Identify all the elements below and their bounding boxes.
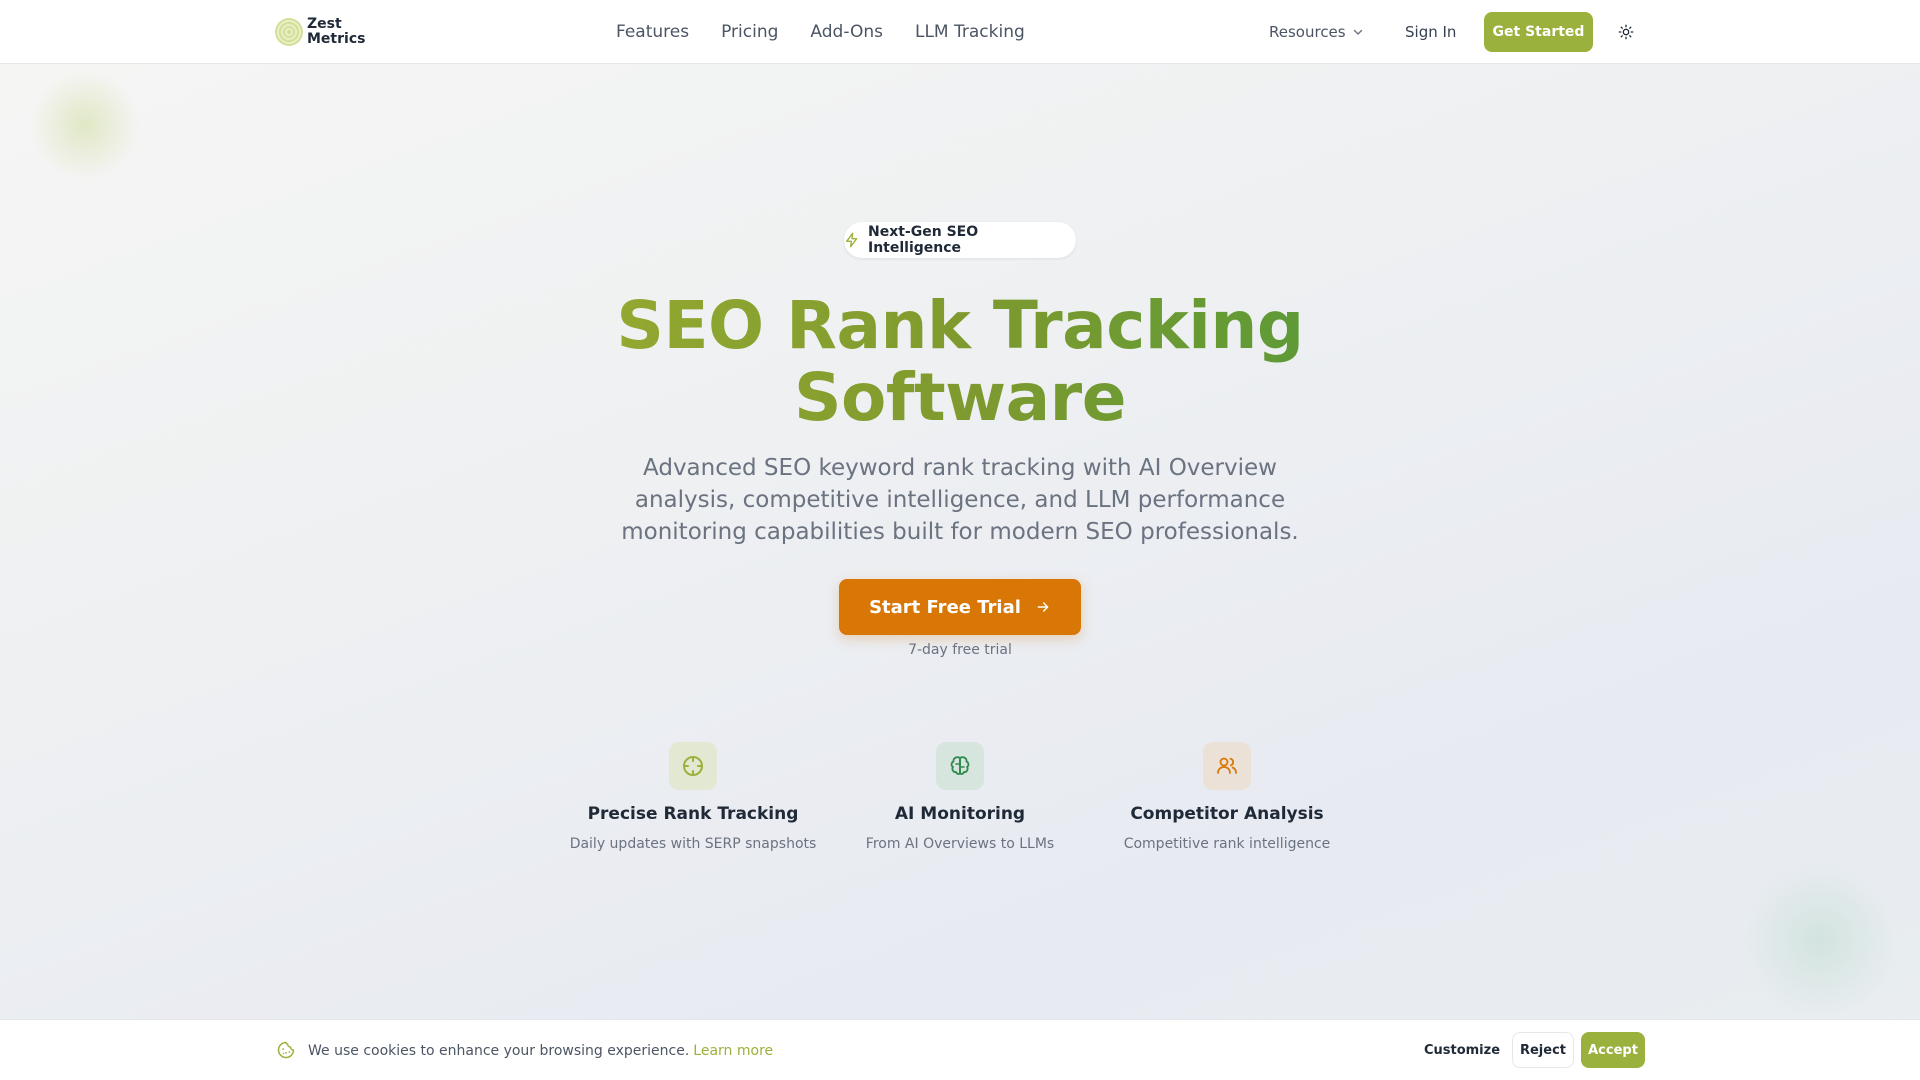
chevron-down-icon — [1353, 29, 1362, 35]
trial-note: 7-day free trial — [908, 642, 1012, 658]
start-free-trial-label: Start Free Trial — [869, 596, 1021, 618]
main-nav: Features Pricing Add-Ons LLM Tracking — [616, 0, 1057, 64]
accept-button[interactable]: Accept — [1581, 1032, 1645, 1068]
cookie-banner: We use cookies to enhance your browsing … — [0, 1019, 1920, 1080]
feature-precise-rank-tracking: Precise Rank Tracking Daily updates with… — [563, 742, 823, 852]
learn-more-link[interactable]: Learn more — [693, 1043, 773, 1059]
background-glow-top-left — [30, 70, 140, 180]
logo-mark-icon — [275, 18, 303, 46]
customize-button[interactable]: Customize — [1418, 1032, 1506, 1068]
cookie-message: We use cookies to enhance your browsing … — [308, 1042, 690, 1059]
logo-text: Zest Metrics — [307, 16, 366, 47]
feature-description: Daily updates with SERP snapshots — [569, 836, 817, 852]
hero-badge: Next-Gen SEO Intelligence — [844, 222, 1076, 258]
crosshair-icon — [683, 756, 703, 776]
start-free-trial-button[interactable]: Start Free Trial — [839, 579, 1081, 635]
sign-in-link[interactable]: Sign In — [1405, 0, 1456, 64]
hero-title-line1: SEO Rank Tracking — [616, 287, 1304, 364]
feature-title: Precise Rank Tracking — [587, 804, 799, 824]
cookie-message-container: We use cookies to enhance your browsing … — [308, 1020, 773, 1080]
logo[interactable]: Zest Metrics — [275, 14, 367, 50]
resources-label: Resources — [1269, 23, 1346, 41]
feature-title: AI Monitoring — [894, 804, 1026, 824]
arrow-right-icon — [1037, 602, 1049, 612]
hero-badge-text: Next-Gen SEO Intelligence — [868, 224, 979, 256]
background-glow-bottom-right — [1740, 860, 1900, 1020]
theme-toggle[interactable] — [1614, 20, 1638, 44]
site-header: Zest Metrics Features Pricing Add-Ons LL… — [0, 0, 1920, 64]
users-icon — [1217, 757, 1237, 774]
nav-link-features[interactable]: Features — [616, 22, 689, 42]
feature-icon-box — [936, 742, 984, 790]
feature-competitor-analysis: Competitor Analysis Competitive rank int… — [1097, 742, 1357, 852]
nav-link-pricing[interactable]: Pricing — [721, 22, 778, 42]
cookie-icon — [277, 1041, 295, 1059]
hero-title-line2: Software — [794, 359, 1126, 436]
feature-ai-monitoring: AI Monitoring From AI Overviews to LLMs — [830, 742, 1090, 852]
nav-link-add-ons[interactable]: Add-Ons — [810, 22, 883, 42]
reject-button[interactable]: Reject — [1512, 1032, 1574, 1068]
hero-title: SEO Rank Tracking Software — [460, 290, 1460, 434]
feature-icon-box — [669, 742, 717, 790]
nav-link-llm-tracking[interactable]: LLM Tracking — [915, 22, 1025, 42]
lightning-icon — [846, 232, 858, 248]
feature-description: From AI Overviews to LLMs — [865, 836, 1055, 852]
resources-dropdown[interactable]: Resources — [1269, 0, 1364, 64]
get-started-button[interactable]: Get Started — [1484, 12, 1593, 52]
sun-icon — [1618, 24, 1634, 40]
hero-subtitle: Advanced SEO keyword rank tracking with … — [621, 455, 1299, 545]
feature-title: Competitor Analysis — [1130, 804, 1324, 824]
feature-icon-box — [1203, 742, 1251, 790]
feature-description: Competitive rank intelligence — [1123, 836, 1331, 852]
brain-icon — [950, 756, 970, 775]
